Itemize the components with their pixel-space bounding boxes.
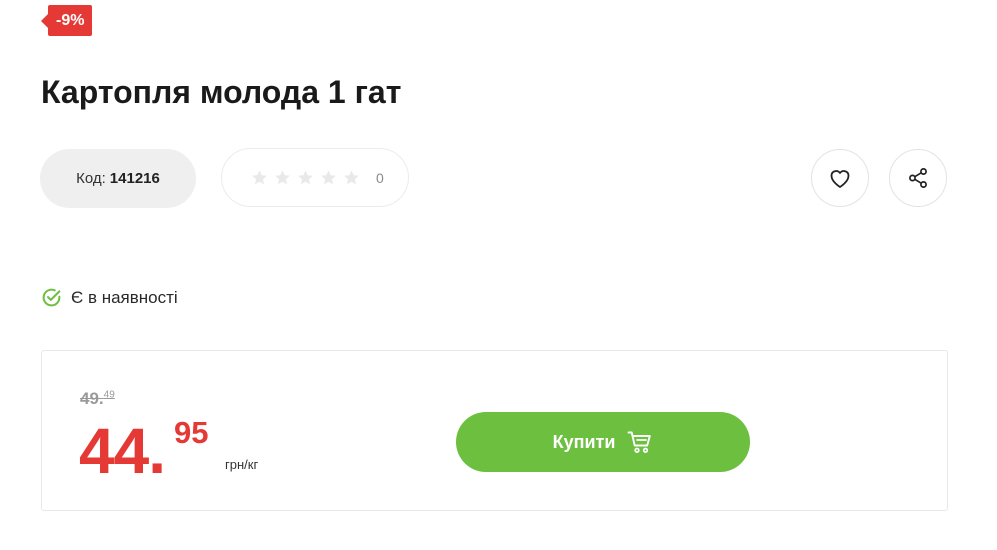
buy-button-label: Купити bbox=[552, 431, 616, 452]
old-price-main: 49. bbox=[80, 389, 104, 408]
star-icon[interactable] bbox=[250, 169, 269, 187]
product-title: Картопля молода 1 гат bbox=[41, 74, 402, 110]
old-price-cents: 49 bbox=[103, 389, 115, 401]
favorite-button[interactable] bbox=[811, 149, 869, 207]
cart-icon bbox=[627, 431, 652, 453]
star-icon[interactable] bbox=[273, 169, 292, 187]
check-circle-icon bbox=[42, 288, 61, 307]
rating-stars[interactable] bbox=[250, 169, 361, 187]
product-code: Код: 141216 bbox=[40, 149, 196, 208]
price-unit: грн/кг bbox=[225, 457, 259, 472]
share-button[interactable] bbox=[889, 149, 947, 207]
rating-widget[interactable]: 0 bbox=[221, 148, 409, 207]
star-icon[interactable] bbox=[342, 169, 361, 187]
new-price-cents: 95 bbox=[174, 415, 209, 450]
product-code-label: Код: bbox=[76, 170, 106, 187]
new-price-main: 44. bbox=[79, 415, 166, 487]
discount-badge: -9% bbox=[40, 5, 93, 36]
availability-text: Є в наявності bbox=[71, 287, 178, 307]
share-icon bbox=[909, 168, 927, 188]
old-price: 49.49 bbox=[80, 389, 115, 409]
product-code-value: 141216 bbox=[109, 170, 160, 187]
rating-count: 0 bbox=[376, 169, 384, 186]
price-card: 49.49 44. 95 грн/кг Купити bbox=[41, 350, 948, 511]
heart-icon bbox=[830, 170, 850, 188]
availability-status: Є в наявності bbox=[41, 287, 178, 308]
buy-button[interactable]: Купити bbox=[456, 412, 750, 472]
star-icon[interactable] bbox=[296, 169, 315, 187]
star-icon[interactable] bbox=[319, 169, 338, 187]
